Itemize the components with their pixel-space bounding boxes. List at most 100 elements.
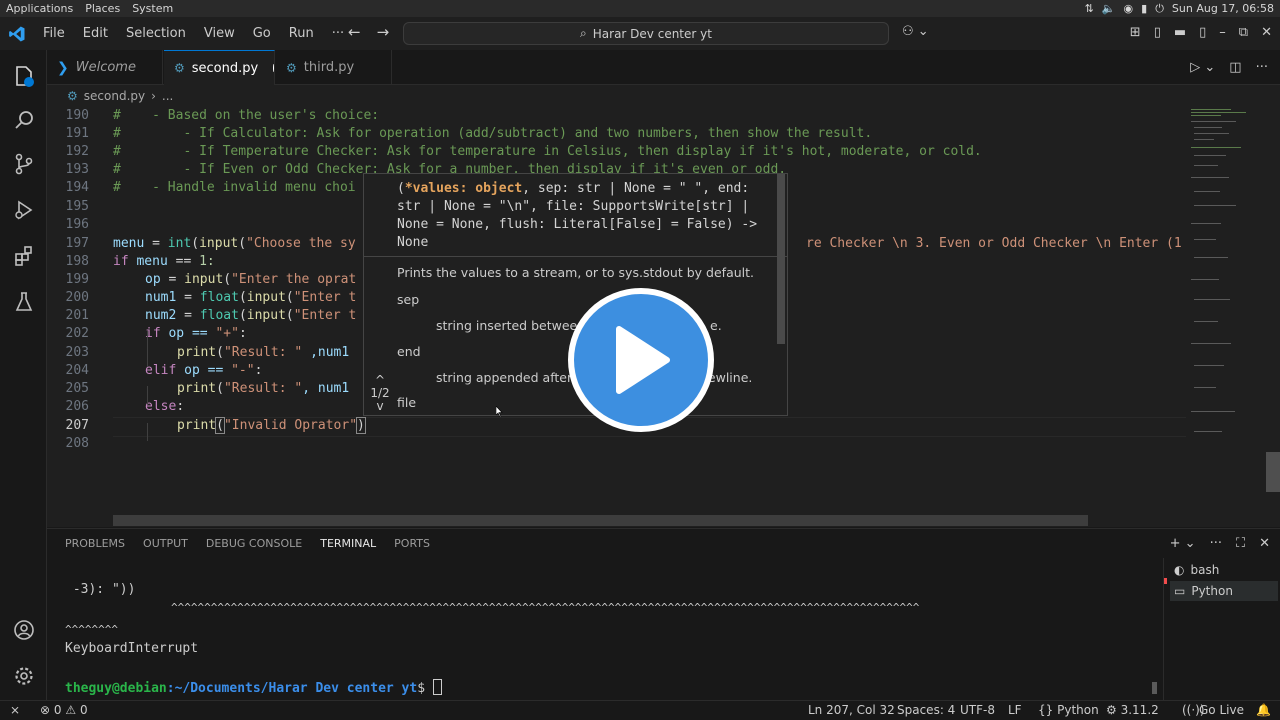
unsaved-dot-icon[interactable] <box>273 64 274 72</box>
terminal-instance-python[interactable]: ▭ Python <box>1170 581 1278 601</box>
terminal-instance-bash[interactable]: ◐ bash <box>1170 560 1278 580</box>
tab-output[interactable]: OUTPUT <box>134 529 197 559</box>
video-play-button[interactable] <box>568 288 714 432</box>
extensions-icon[interactable] <box>0 234 47 278</box>
minimize-icon[interactable]: – <box>1219 25 1226 40</box>
encoding[interactable]: UTF-8 <box>960 703 995 717</box>
restore-icon[interactable]: ⧉ <box>1239 25 1248 40</box>
tab-terminal[interactable]: TERMINAL <box>311 529 386 559</box>
customize-layout-icon[interactable]: ⊞ <box>1130 25 1141 40</box>
run-python-file-icon[interactable]: ▷ ⌄ <box>1190 60 1215 75</box>
accounts-icon[interactable] <box>0 608 47 652</box>
testing-icon[interactable] <box>0 280 47 324</box>
error-icon: ⊗ <box>40 703 51 717</box>
terminal-scrollbar[interactable] <box>1152 682 1157 694</box>
param-desc-end: string appended after t <box>436 370 581 385</box>
vscode-logo-icon <box>0 25 34 43</box>
tab-second-py[interactable]: ⚙ second.py <box>164 50 275 85</box>
menu-run[interactable]: Run <box>280 26 323 41</box>
code-line: 190 # - Based on the user's choice: <box>65 108 380 123</box>
problems-status[interactable]: ⊗ 0 ⚠ 0 <box>40 703 88 717</box>
toggle-sidebar-icon[interactable]: ▯ <box>1154 25 1161 40</box>
panel-actions: + ⌄ ··· ⛶ ✕ <box>1170 536 1270 551</box>
copilot-icon[interactable]: ⚇ ⌄ <box>902 24 929 39</box>
terminal-icon: ▭ <box>1174 584 1186 598</box>
menu-view[interactable]: View <box>195 26 244 41</box>
search-sidebar-icon[interactable] <box>0 98 47 142</box>
horizontal-scrollbar[interactable] <box>113 515 1088 526</box>
vertical-scrollbar[interactable] <box>1266 452 1280 492</box>
toggle-panel-icon[interactable]: ▬ <box>1174 25 1186 40</box>
menu-selection[interactable]: Selection <box>117 26 195 41</box>
function-signature: (*values: object, sep: str | None = " ",… <box>397 181 765 250</box>
search-text: Harar Dev center yt <box>592 26 712 41</box>
split-editor-icon[interactable]: ◫ <box>1229 60 1241 75</box>
tab-problems[interactable]: PROBLEMS <box>56 529 134 559</box>
indentation[interactable]: Spaces: 4 <box>897 703 955 717</box>
language-mode[interactable]: {} Python <box>1038 703 1099 717</box>
python-interpreter[interactable]: ⚙ 3.11.2 <box>1106 703 1159 717</box>
param-desc-sep: string inserted between <box>436 318 586 333</box>
system-menu-applications[interactable]: Applications <box>0 2 79 15</box>
back-arrow-icon[interactable]: ← <box>348 23 361 41</box>
volume-icon[interactable]: 🔈 <box>1102 2 1116 15</box>
more-actions-icon[interactable]: ··· <box>1256 60 1268 75</box>
breadcrumb-more[interactable]: ... <box>162 89 173 103</box>
menu-edit[interactable]: Edit <box>74 26 117 41</box>
tab-debug-console[interactable]: DEBUG CONSOLE <box>197 529 311 559</box>
tab-third-py[interactable]: ⚙ third.py <box>276 50 392 85</box>
forward-arrow-icon[interactable]: → <box>377 23 390 41</box>
breadcrumb-file[interactable]: second.py <box>84 89 145 103</box>
popup-scrollbar[interactable] <box>777 174 785 344</box>
menu-go[interactable]: Go <box>244 26 280 41</box>
code-line: 191 # - If Calculator: Ask for operation … <box>65 126 873 141</box>
indent-guide <box>147 423 148 441</box>
system-menu-places[interactable]: Places <box>79 2 126 15</box>
breadcrumb-separator: › <box>151 89 156 103</box>
tab-label: Welcome <box>75 60 136 75</box>
indent-guide <box>147 331 148 367</box>
terminal-line: ^^^^^^^^^^^^^^^^^^^^^^^^^^^^^^^^^^^^^^^^… <box>65 601 920 614</box>
network-icon[interactable]: ⇅ <box>1085 2 1094 15</box>
tab-ports[interactable]: PORTS <box>385 529 439 559</box>
run-debug-icon[interactable] <box>0 188 47 232</box>
power-icon[interactable]: ⏻ <box>1155 2 1164 16</box>
system-top-bar: Applications Places System ⇅ 🔈 ◉ ▮ ⏻ Sun… <box>0 0 1280 17</box>
notifications-bell-icon[interactable]: 🔔 <box>1256 703 1271 717</box>
go-live-label[interactable]: Go Live <box>1199 703 1244 717</box>
tab-welcome[interactable]: ❯ Welcome <box>47 50 163 85</box>
activity-bar <box>0 50 47 700</box>
param-name-sep: sep <box>397 292 420 307</box>
maximize-panel-icon[interactable]: ⛶ <box>1236 536 1245 551</box>
interpreter-icon: ⚙ <box>1106 703 1117 717</box>
terminal-output[interactable]: -3): ")) ^^^^^^^^^^^^^^^^^^^^^^^^^^^^^^^… <box>47 558 1159 700</box>
panel-more-icon[interactable]: ··· <box>1210 536 1222 551</box>
cursor-position[interactable]: Ln 207, Col 32 <box>808 703 895 717</box>
param-desc-sep-tail: e. <box>710 318 722 333</box>
manage-gear-icon[interactable] <box>0 654 47 698</box>
system-menu-system[interactable]: System <box>126 2 179 15</box>
terminal-cursor <box>432 679 442 695</box>
explorer-icon[interactable] <box>0 54 47 98</box>
source-control-icon[interactable] <box>0 142 47 186</box>
code-line: 208 <box>65 436 89 451</box>
battery-icon[interactable]: ▮ <box>1141 2 1147 15</box>
toggle-secondary-sidebar-icon[interactable]: ▯ <box>1199 25 1206 40</box>
terminal-prompt: theguy@debian:~/Documents/Harar Dev cent… <box>65 679 442 699</box>
remote-icon[interactable]: ⨯ <box>10 703 20 717</box>
overload-down-icon[interactable]: v <box>366 400 394 413</box>
warning-icon: ⚠ <box>65 703 77 717</box>
indent-guide <box>147 386 148 404</box>
record-icon[interactable]: ◉ <box>1124 2 1134 15</box>
overload-pager: ^ 1/2 v <box>366 374 394 413</box>
window-controls: ⊞ ▯ ▬ ▯ – ⧉ ✕ <box>1130 25 1272 40</box>
close-window-icon[interactable]: ✕ <box>1261 25 1272 40</box>
menu-file[interactable]: File <box>34 26 74 41</box>
minimap[interactable] <box>1186 107 1266 517</box>
line-ending[interactable]: LF <box>1008 703 1022 717</box>
close-panel-icon[interactable]: ✕ <box>1259 536 1270 551</box>
command-center-search[interactable]: ⌕ Harar Dev center yt <box>403 22 889 45</box>
prompt-symbol: $ <box>417 681 426 696</box>
new-terminal-icon[interactable]: + ⌄ <box>1170 536 1196 551</box>
clock[interactable]: Sun Aug 17, 06:58 <box>1172 2 1274 15</box>
